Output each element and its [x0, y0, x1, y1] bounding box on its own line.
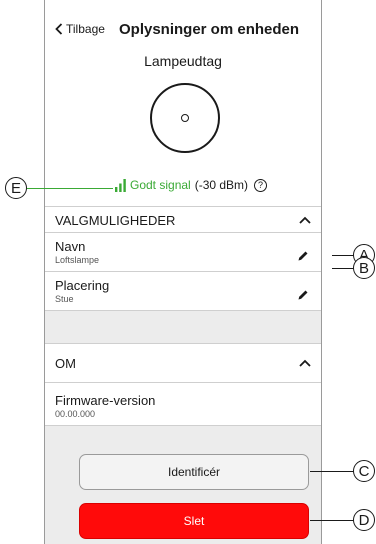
chevron-up-icon[interactable]: [299, 216, 311, 224]
device-name: Lampeudtag: [144, 53, 222, 69]
placement-label: Placering: [55, 278, 110, 293]
help-icon[interactable]: ?: [254, 178, 268, 192]
name-row[interactable]: Navn Loftslampe: [45, 233, 321, 272]
signal-quality: Godt signal: [130, 178, 191, 192]
callout-e: E: [5, 177, 27, 199]
name-label: Navn: [55, 239, 86, 254]
callout-e-line: [27, 188, 113, 189]
options-section-title: VALGMULIGHEDER: [55, 212, 176, 228]
callout-a-line: [332, 255, 354, 256]
about-section-header[interactable]: OM: [45, 343, 321, 383]
signal-strength: (-30 dBm): [194, 178, 249, 192]
callout-b-line: [332, 268, 354, 269]
back-label: Tilbage: [66, 22, 105, 36]
firmware-value: 00.00.000: [55, 409, 96, 419]
device-icon: [150, 83, 220, 153]
options-section-header[interactable]: VALGMULIGHEDER: [45, 206, 321, 233]
back-button[interactable]: Tilbage: [55, 22, 105, 36]
signal-bars-icon: [115, 178, 126, 192]
page-title: Oplysninger om enheden: [119, 21, 300, 38]
edit-pencil-icon[interactable]: [297, 250, 309, 262]
firmware-row: Firmware-version 00.00.000: [45, 383, 321, 426]
callout-b: B: [353, 257, 375, 279]
device-icon-center: [181, 114, 189, 122]
callout-c-line: [310, 471, 354, 472]
device-info-screen: Tilbage Oplysninger om enheden Lampeudta…: [44, 0, 322, 544]
signal-status: Godt signal (-30 dBm) ?: [115, 178, 268, 192]
edit-pencil-icon[interactable]: [297, 289, 309, 301]
callout-c: C: [353, 460, 375, 482]
about-section-title: OM: [55, 355, 76, 371]
delete-button[interactable]: Slet: [79, 503, 309, 539]
chevron-left-icon: [55, 23, 63, 35]
placement-row[interactable]: Placering Stue: [45, 272, 321, 311]
device-header-area: Tilbage Oplysninger om enheden Lampeudta…: [45, 0, 321, 206]
chevron-up-icon[interactable]: [299, 359, 311, 367]
callout-d: D: [353, 509, 375, 531]
callout-d-line: [310, 520, 354, 521]
placement-value: Stue: [55, 294, 74, 304]
firmware-label: Firmware-version: [55, 393, 156, 408]
identify-button[interactable]: Identificér: [79, 454, 309, 490]
name-value: Loftslampe: [55, 255, 100, 265]
